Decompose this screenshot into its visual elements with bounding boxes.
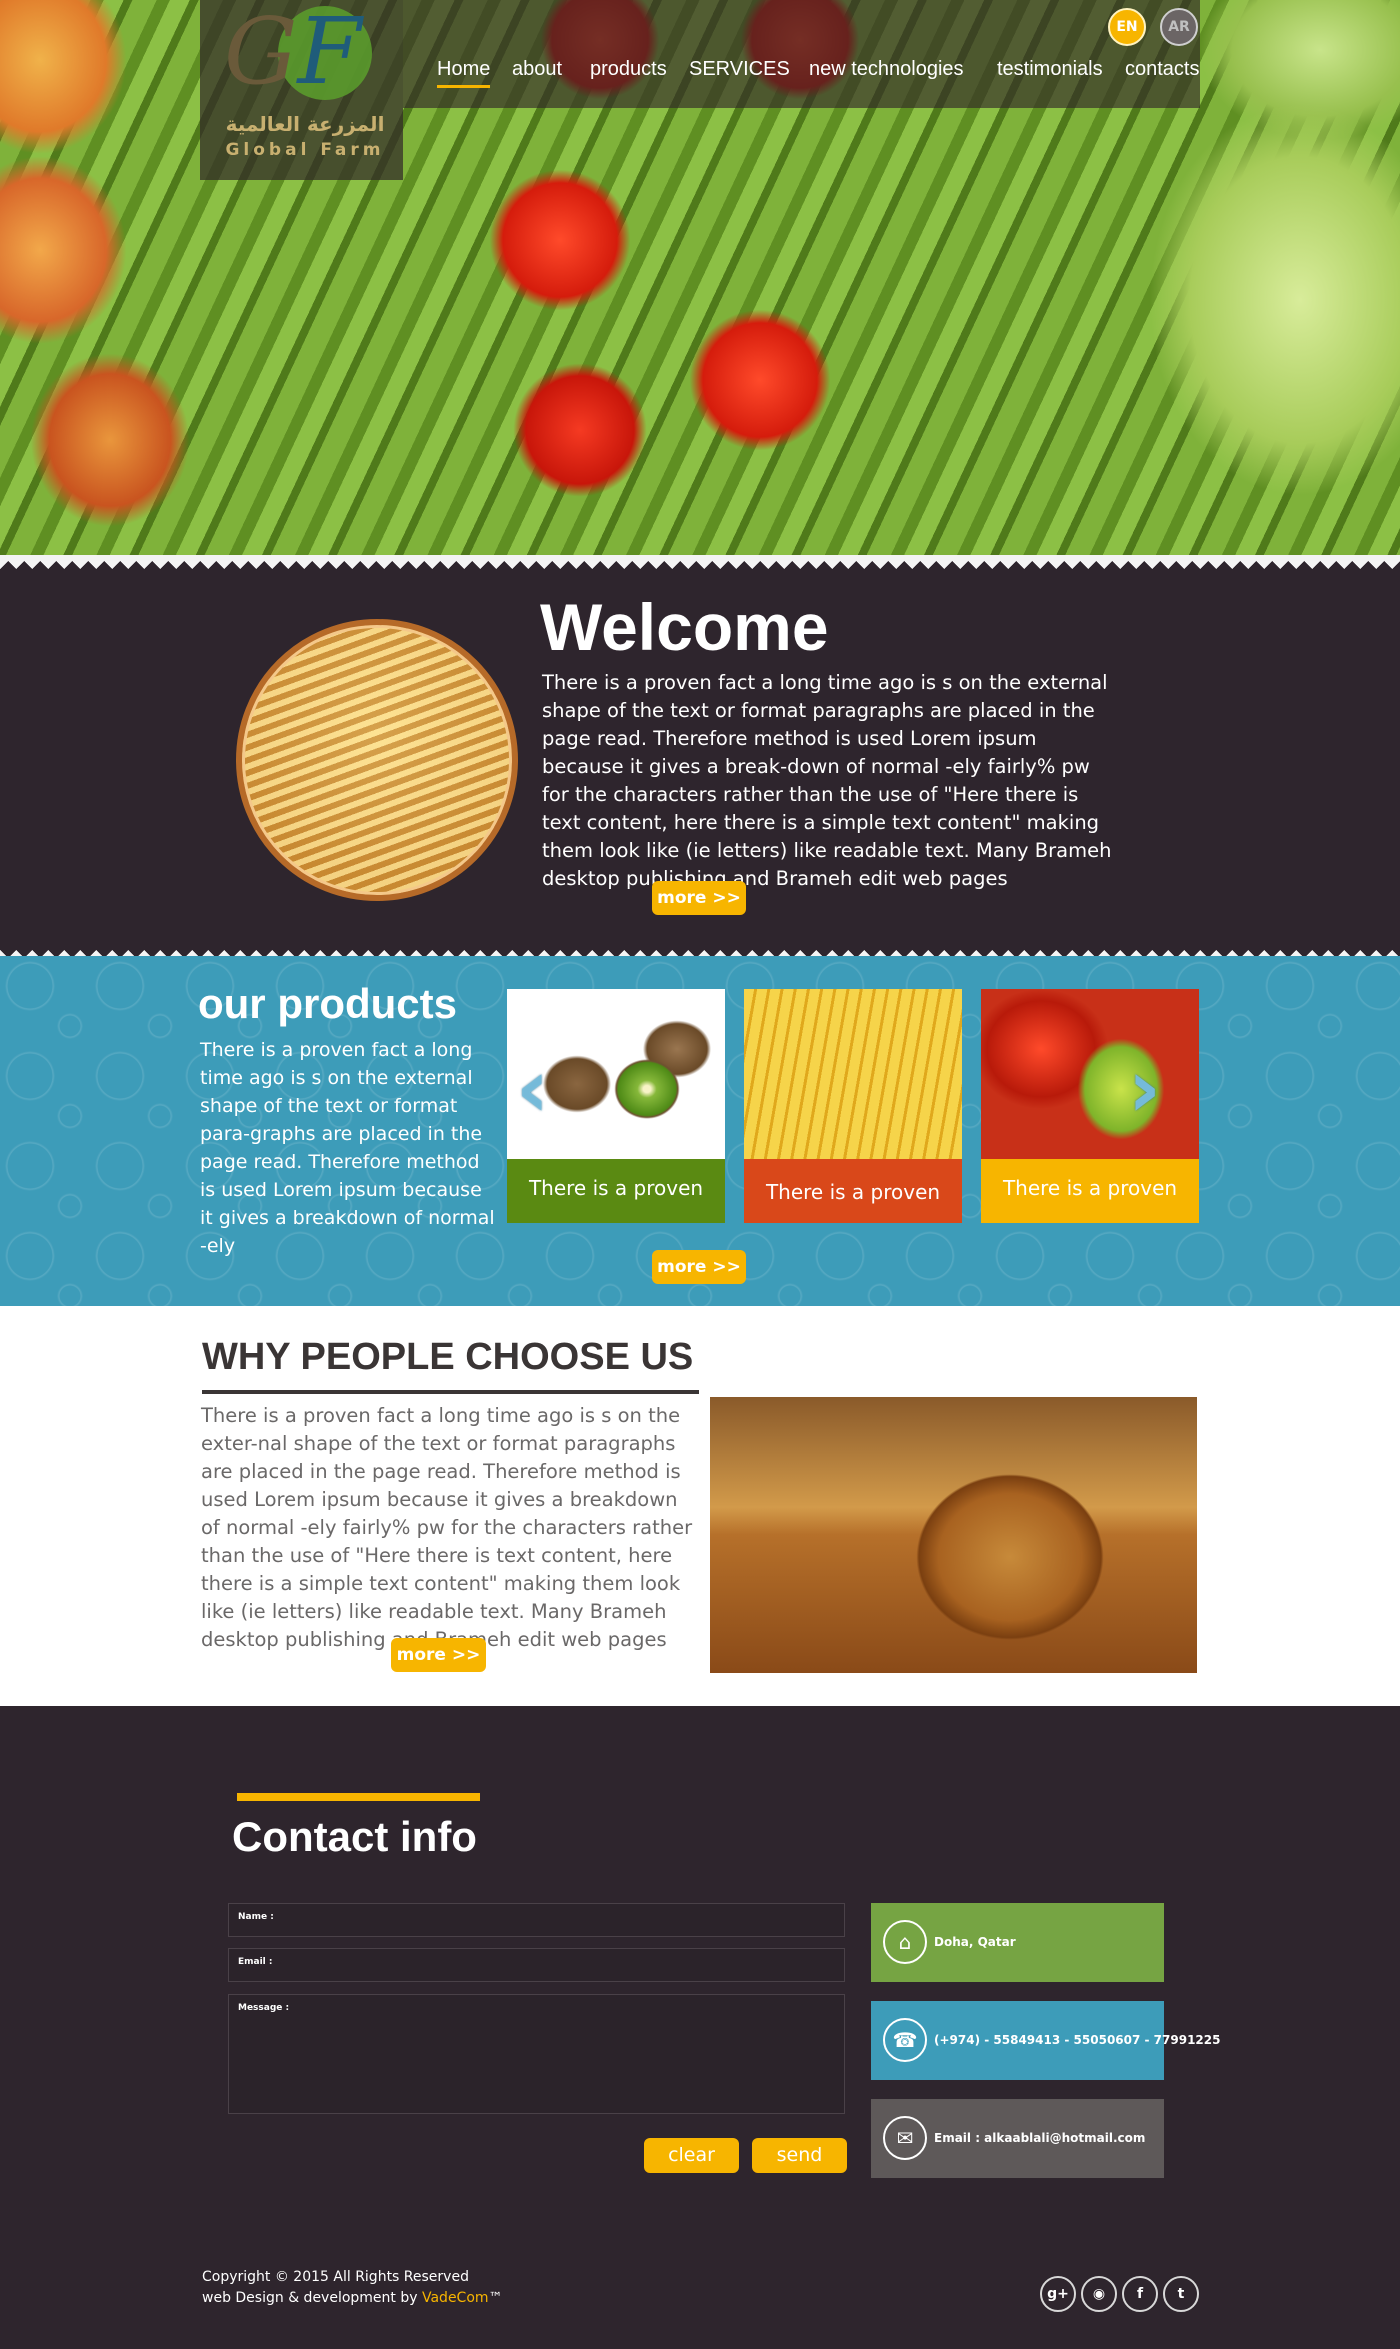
email-text: Email : alkaablali@hotmail.com xyxy=(934,2131,1146,2145)
message-field-label: Message : xyxy=(238,2003,290,2013)
credit-line: web Design & development by VadeCom™ xyxy=(202,2288,503,2309)
contact-title-accent xyxy=(237,1793,480,1801)
email-field-label: Email : xyxy=(238,1957,273,1967)
nav-home[interactable]: Home xyxy=(437,58,491,88)
phone-text: (+974) - 55849413 - 55050607 - 77991225 xyxy=(934,2033,1221,2047)
credit-suffix: ™ xyxy=(488,2290,503,2306)
vadecom-link[interactable]: VadeCom xyxy=(422,2290,489,2306)
why-section: WHY PEOPLE CHOOSE US There is a proven f… xyxy=(0,1306,1400,1706)
language-en-button[interactable]: EN xyxy=(1108,8,1146,46)
name-field[interactable]: Name : xyxy=(228,1903,845,1937)
logo-monogram: GF xyxy=(224,0,362,105)
carousel-prev-icon[interactable]: ‹ xyxy=(516,1049,560,1129)
nav-contacts[interactable]: contacts xyxy=(1125,58,1199,81)
carousel-next-icon[interactable]: › xyxy=(1128,1049,1172,1129)
main-nav xyxy=(403,0,1200,108)
products-text: There is a proven fact a long time ago i… xyxy=(200,1039,495,1257)
wheat-image xyxy=(236,619,518,901)
phone-icon: ☎ xyxy=(883,2018,927,2062)
message-field[interactable]: Message : xyxy=(228,1994,845,2114)
welcome-section: Welcome There is a proven fact a long ti… xyxy=(0,561,1400,958)
language-ar-button[interactable]: AR xyxy=(1160,8,1198,46)
product-card-label: There is a proven xyxy=(981,1159,1199,1223)
welcome-text: There is a proven fact a long time ago i… xyxy=(542,671,1112,890)
copyright: Copyright © 2015 All Rights Reserved web… xyxy=(202,2267,503,2309)
welcome-title: Welcome xyxy=(540,590,829,664)
address-card: ⌂ Doha, Qatar xyxy=(871,1903,1164,1982)
contact-section: Contact info Name : Email : Message : cl… xyxy=(0,1706,1400,2349)
product-card-label: There is a proven xyxy=(507,1159,725,1223)
copyright-text: Copyright © 2015 All Rights Reserved xyxy=(202,2269,469,2285)
nav-new-technologies[interactable]: new technologies xyxy=(809,58,964,81)
nav-testimonials[interactable]: testimonials xyxy=(997,58,1103,81)
clear-button[interactable]: clear xyxy=(644,2138,739,2173)
email-card: ✉ Email : alkaablali@hotmail.com xyxy=(871,2099,1164,2178)
product-card-corn[interactable]: There is a proven xyxy=(744,989,962,1223)
why-more-button[interactable]: more >> xyxy=(391,1638,486,1672)
logo-english-name: Global Farm xyxy=(225,140,385,160)
hay-bale-image xyxy=(710,1397,1197,1673)
products-section: our products There is a proven fact a lo… xyxy=(0,956,1400,1306)
google-plus-icon[interactable]: g+ xyxy=(1040,2276,1076,2312)
products-title: our products xyxy=(198,980,457,1027)
contact-title: Contact info xyxy=(232,1813,477,1860)
welcome-more-button[interactable]: more >> xyxy=(652,881,746,915)
credit-prefix: web Design & development by xyxy=(202,2290,422,2306)
why-title-underline xyxy=(202,1390,699,1394)
nav-about[interactable]: about xyxy=(512,58,562,81)
phone-card: ☎ (+974) - 55849413 - 55050607 - 7799122… xyxy=(871,2001,1220,2080)
zigzag-divider-top xyxy=(0,561,1400,575)
why-text: There is a proven fact a long time ago i… xyxy=(201,1404,693,1651)
nav-services[interactable]: SERVICES xyxy=(689,58,790,81)
why-title: WHY PEOPLE CHOOSE US xyxy=(202,1336,694,1378)
rss-icon[interactable]: ◉ xyxy=(1081,2276,1117,2312)
corn-image xyxy=(744,989,962,1159)
products-more-button[interactable]: more >> xyxy=(652,1250,746,1284)
envelope-icon: ✉ xyxy=(883,2116,927,2160)
home-icon: ⌂ xyxy=(883,1920,927,1964)
site-logo[interactable]: GF المزرعة العالمية Global Farm xyxy=(200,0,403,180)
facebook-icon[interactable]: f xyxy=(1122,2276,1158,2312)
logo-arabic-name: المزرعة العالمية xyxy=(225,112,385,136)
nav-products[interactable]: products xyxy=(590,58,667,81)
product-card-label: There is a proven xyxy=(744,1159,962,1223)
send-button[interactable]: send xyxy=(752,2138,847,2173)
name-field-label: Name : xyxy=(238,1912,274,1922)
twitter-icon[interactable]: t xyxy=(1163,2276,1199,2312)
address-text: Doha, Qatar xyxy=(934,1935,1016,1949)
email-field[interactable]: Email : xyxy=(228,1948,845,1982)
